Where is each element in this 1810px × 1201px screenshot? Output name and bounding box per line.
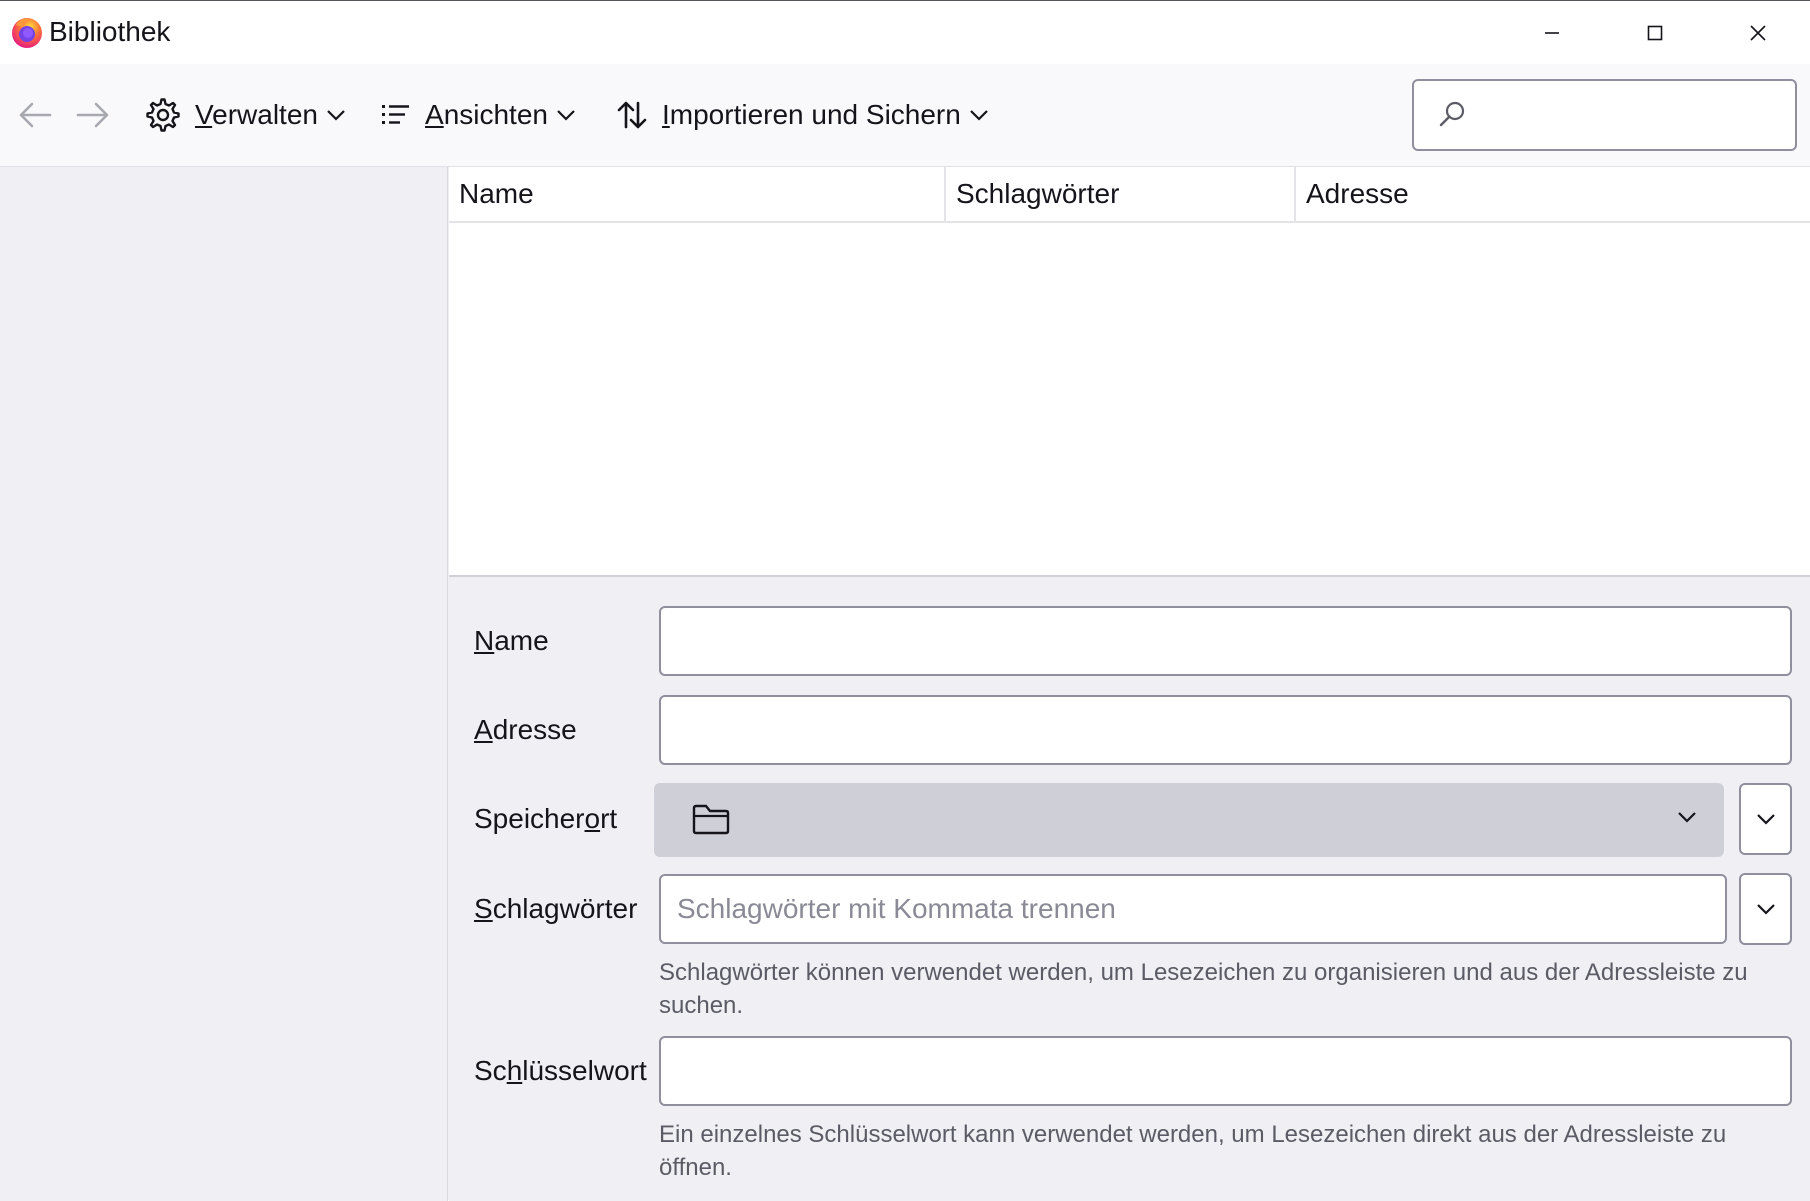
window-title: Bibliothek (49, 16, 171, 47)
tags-input[interactable] (659, 874, 1727, 944)
keyword-label: Schlüsselwort (474, 1055, 647, 1086)
folder-tree-sidebar[interactable] (0, 167, 448, 1201)
sort-arrows-icon (617, 101, 647, 129)
location-folder-select[interactable] (654, 783, 1724, 857)
keyword-input[interactable] (659, 1036, 1792, 1106)
name-label: Name (474, 625, 549, 656)
views-menu-button[interactable]: Ansichten (381, 92, 576, 138)
minimize-button[interactable] (1500, 1, 1604, 64)
views-menu-label: Ansichten (425, 99, 548, 130)
bookmark-details-panel: Name Adresse Speicherort Schlagwörter Sc… (449, 578, 1810, 1201)
gear-icon (146, 98, 180, 132)
manage-menu-label: Verwalten (195, 99, 318, 130)
import-backup-menu-button[interactable]: Importieren und Sichern (616, 92, 989, 138)
list-icon (382, 105, 409, 124)
close-button[interactable] (1706, 1, 1810, 64)
column-header-tags[interactable]: Schlagwörter (944, 167, 1294, 221)
url-input[interactable] (659, 695, 1792, 765)
search-icon (1439, 101, 1465, 127)
title-bar: Bibliothek (0, 1, 1810, 64)
keyword-hint-text: Ein einzelnes Schlüsselwort kann verwend… (659, 1121, 1727, 1181)
search-box[interactable] (1412, 79, 1797, 151)
chevron-down-icon (1678, 812, 1696, 823)
arrow-left-icon (19, 102, 52, 128)
bookmarks-table[interactable]: Name Schlagwörter Adresse (449, 167, 1810, 577)
tags-label: Schlagwörter (474, 893, 638, 924)
url-label: Adresse (474, 714, 577, 745)
chevron-down-icon (970, 110, 988, 121)
chevron-down-icon (557, 110, 575, 121)
minimize-icon (1545, 31, 1559, 34)
column-header-name[interactable]: Name (449, 167, 944, 221)
tags-hint-text: Schlagwörter können verwendet werden, um… (659, 959, 1748, 1019)
manage-menu-button[interactable]: Verwalten (145, 92, 346, 138)
arrow-right-icon (76, 102, 109, 128)
column-header-url[interactable]: Adresse (1294, 167, 1810, 221)
import-backup-menu-label: Importieren und Sichern (662, 99, 961, 130)
chevron-down-icon (327, 110, 345, 121)
maximize-icon (1647, 25, 1663, 40)
chevron-down-icon (1756, 904, 1775, 915)
table-header: Name Schlagwörter Adresse (449, 167, 1810, 223)
chevron-down-icon (1756, 814, 1775, 825)
toolbar: Verwalten Ansichten Importieren und Sich… (0, 64, 1810, 167)
tags-expand-button[interactable] (1739, 873, 1792, 945)
library-window: Bibliothek Verwalten Ansichten Importier… (0, 0, 1810, 1201)
location-label: Speicherort (474, 803, 618, 834)
back-button[interactable] (12, 92, 58, 138)
maximize-button[interactable] (1603, 1, 1707, 64)
folder-icon (692, 804, 730, 835)
close-icon (1750, 24, 1766, 41)
name-input[interactable] (659, 606, 1792, 676)
forward-button[interactable] (70, 92, 116, 138)
folder-tree-expand-button[interactable] (1739, 783, 1792, 855)
firefox-icon (12, 18, 42, 48)
